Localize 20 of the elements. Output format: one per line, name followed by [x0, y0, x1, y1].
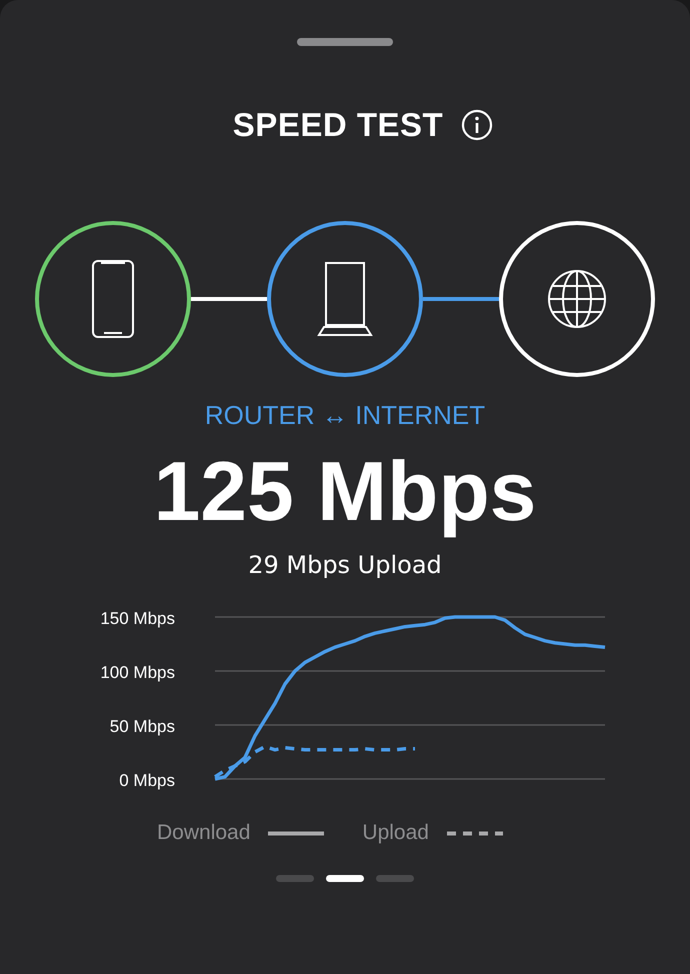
- legend-label: Upload: [362, 821, 429, 846]
- title: SPEED TEST: [232, 106, 444, 144]
- axis-label: 100 Mbps: [100, 663, 175, 682]
- axis-label: 50 Mbps: [110, 717, 175, 736]
- dashed-legend-line: [446, 830, 503, 836]
- solid-legend-line: [268, 830, 324, 836]
- drag-handle[interactable]: [297, 38, 393, 46]
- segment-label: ROUTER ↔ INTERNET: [204, 400, 486, 431]
- legend-label: Download: [157, 821, 250, 846]
- axis-label: 0 Mbps: [119, 771, 175, 790]
- download-speed: 125 Mbps: [154, 445, 536, 538]
- router-icon: [316, 261, 374, 337]
- axis-label: 150 Mbps: [100, 609, 175, 628]
- globe-icon: [547, 269, 607, 329]
- device-node[interactable]: [267, 221, 423, 377]
- page-indicator[interactable]: [326, 875, 364, 882]
- device-node[interactable]: [35, 221, 191, 377]
- upload-speed: 29 Mbps Upload: [248, 551, 442, 580]
- phone-icon: [91, 259, 135, 339]
- info-icon[interactable]: [461, 109, 494, 141]
